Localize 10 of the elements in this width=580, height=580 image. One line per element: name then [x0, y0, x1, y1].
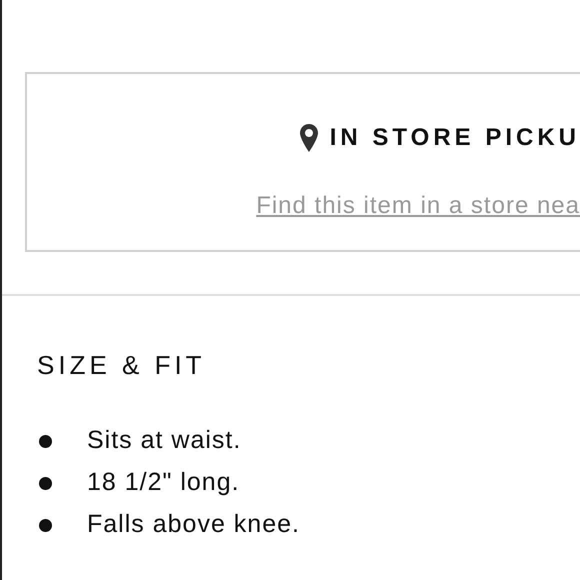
bullet-icon — [39, 518, 52, 532]
bullet-icon — [39, 476, 52, 490]
fit-detail: Falls above knee. — [87, 509, 300, 540]
pickup-title: IN STORE PICKU — [330, 123, 580, 153]
location-pin-icon — [300, 124, 318, 152]
bullet-icon — [39, 434, 52, 448]
size-fit-heading: SIZE & FIT — [37, 349, 207, 382]
find-store-link[interactable]: Find this item in a store nea — [256, 188, 580, 224]
fit-detail: 18 1/2" long. — [87, 467, 240, 498]
fit-detail: Sits at waist. — [87, 425, 242, 456]
